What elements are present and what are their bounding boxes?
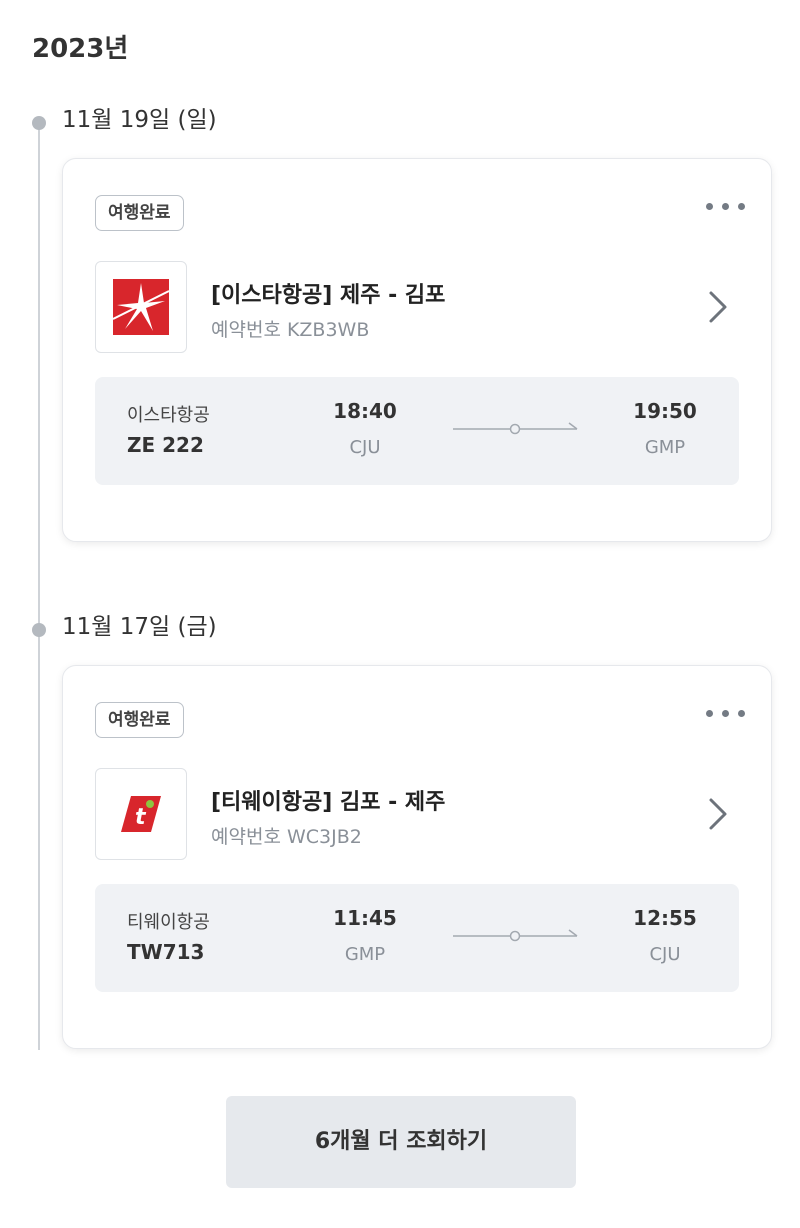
more-options-icon[interactable]	[706, 203, 745, 210]
route-arrow-icon	[453, 929, 578, 942]
timeline-dot	[32, 623, 46, 637]
trip-title: [티웨이항공] 김포 - 제주	[211, 790, 446, 815]
chevron-right-icon[interactable]	[705, 796, 731, 832]
booking-number: 예약번호 WC3JB2	[211, 826, 362, 848]
status-badge: 여행완료	[95, 702, 184, 738]
flight-number: TW713	[127, 940, 205, 964]
trip-card[interactable]: 여행완료 [이스타항공] 제주 - 김포 예약번호 KZB3WB 이스타항공 Z…	[62, 158, 772, 542]
flight-summary: 티웨이항공 TW713 11:45 GMP 12:55 CJU	[95, 884, 739, 992]
arrival-airport: GMP	[644, 437, 686, 458]
airline-logo: t	[95, 768, 187, 860]
load-more-button[interactable]: 6개월 더 조회하기	[226, 1096, 576, 1188]
booking-number: 예약번호 KZB3WB	[211, 319, 370, 341]
departure-time: 18:40	[333, 399, 397, 423]
trip-title: [이스타항공] 제주 - 김포	[211, 283, 446, 308]
flight-summary: 이스타항공 ZE 222 18:40 CJU 19:50 GMP	[95, 377, 739, 485]
departure-airport: GMP	[344, 944, 386, 965]
flight-number: ZE 222	[127, 433, 204, 457]
arrival-time: 12:55	[633, 906, 697, 930]
status-badge: 여행완료	[95, 195, 184, 231]
year-heading: 2023년	[32, 34, 129, 64]
tway-logo-icon: t	[121, 796, 161, 832]
trip-date: 11월 17일 (금)	[62, 614, 217, 640]
trip-date: 11월 19일 (일)	[62, 107, 217, 133]
svg-text:t: t	[135, 805, 147, 830]
airline-name: 티웨이항공	[127, 912, 210, 933]
airline-logo	[95, 261, 187, 353]
arrival-airport: CJU	[649, 944, 681, 965]
departure-airport: CJU	[349, 437, 381, 458]
airline-name: 이스타항공	[127, 405, 210, 426]
timeline-line	[38, 122, 40, 1050]
arrival-time: 19:50	[633, 399, 697, 423]
trip-card[interactable]: 여행완료 t [티웨이항공] 김포 - 제주 예약번호 WC3JB2 티웨이항공…	[62, 665, 772, 1049]
timeline-dot	[32, 116, 46, 130]
departure-time: 11:45	[333, 906, 397, 930]
eastar-jet-logo-icon	[113, 279, 169, 335]
more-options-icon[interactable]	[706, 710, 745, 717]
route-arrow-icon	[453, 422, 578, 435]
chevron-right-icon[interactable]	[705, 289, 731, 325]
